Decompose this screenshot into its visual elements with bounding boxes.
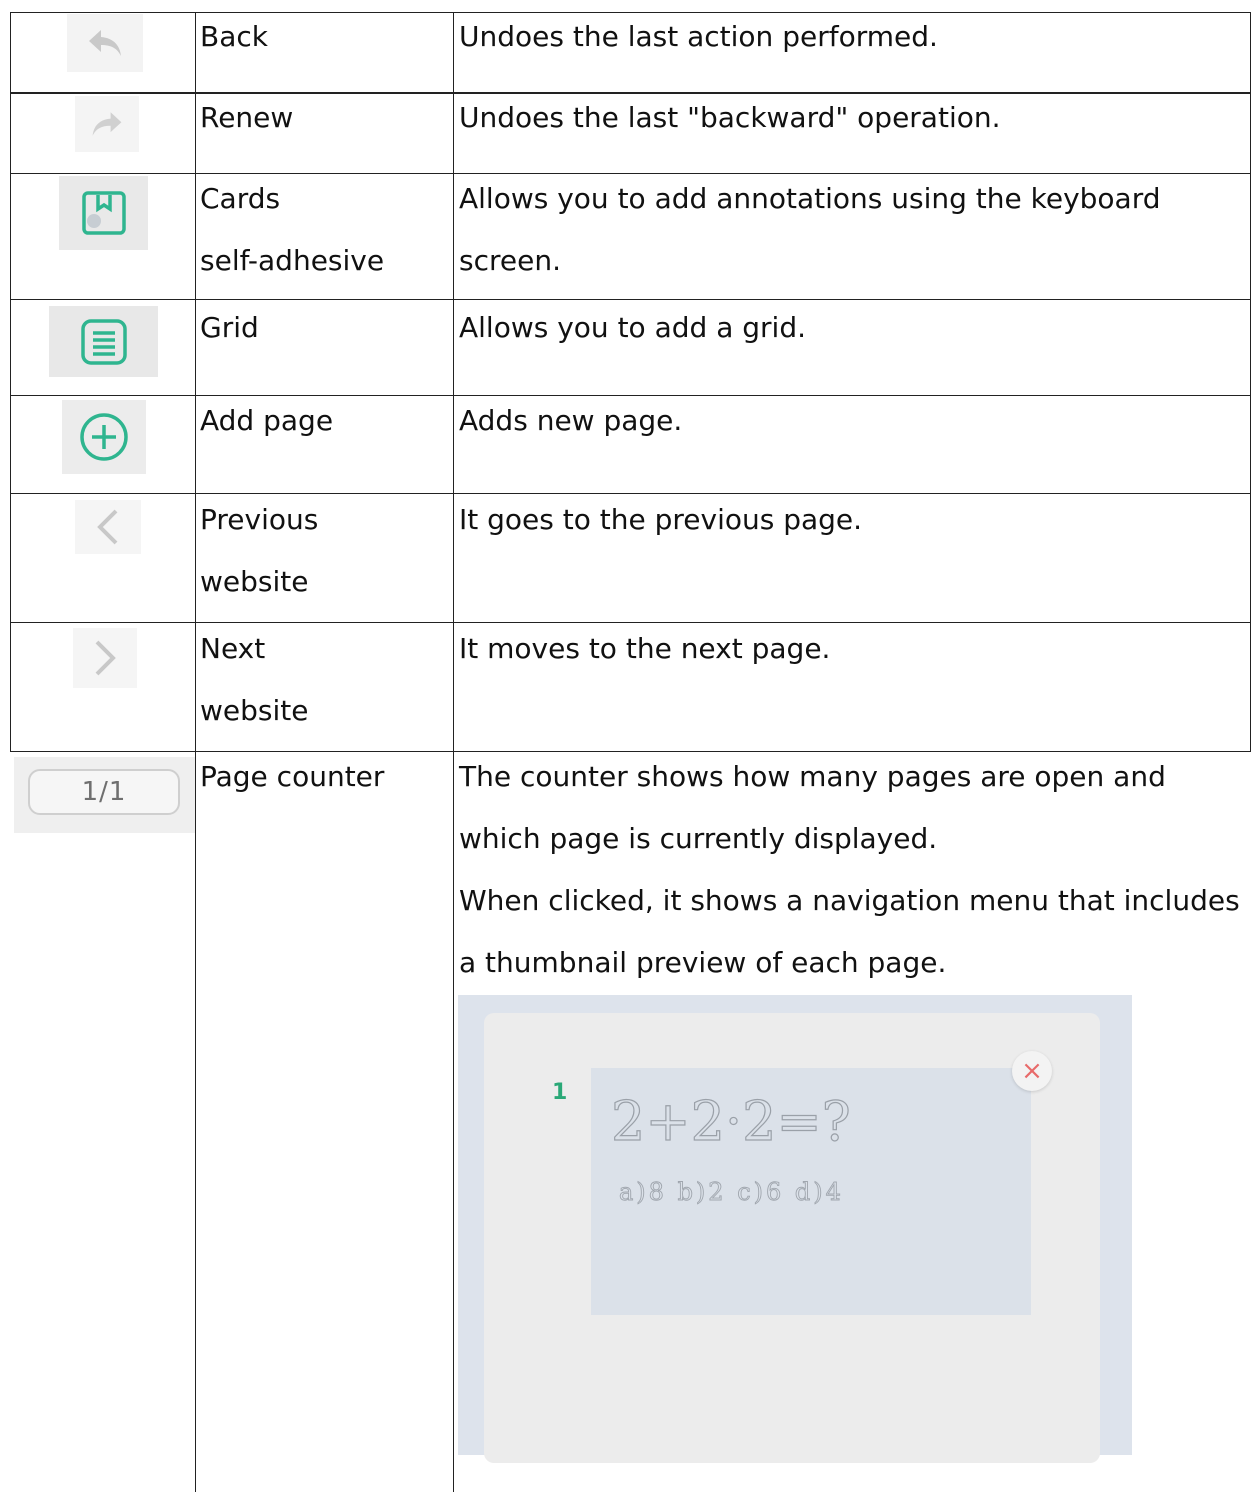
row-description: Allows you to add annotations using the … — [459, 182, 1161, 277]
navigation-preview-image: 1 2+2·2=? a)8 b)2 c)6 d)4 × — [458, 995, 1132, 1463]
chevron-left-icon[interactable] — [75, 500, 141, 554]
page-counter-icon[interactable]: 1/1 — [14, 757, 195, 833]
row-description: Adds new page. — [459, 404, 683, 437]
row-name: Renew — [200, 101, 294, 134]
chevron-right-icon[interactable] — [73, 628, 137, 688]
row-description: It moves to the next page. — [459, 632, 831, 665]
row-name: Add page — [200, 404, 334, 437]
row-name: Page counter — [200, 760, 385, 793]
page-counter-value[interactable]: 1/1 — [28, 769, 180, 815]
row-description: Undoes the last "backward" operation. — [459, 101, 1001, 134]
row-description: Undoes the last action performed. — [459, 20, 938, 53]
handwriting-line-1: 2+2·2=? — [611, 1090, 851, 1153]
row-name: Grid — [200, 311, 259, 344]
handwriting-sketch: 2+2·2=? a)8 b)2 c)6 d)4 — [610, 1089, 851, 1206]
row-description: The counter shows how many pages are ope… — [459, 760, 1240, 979]
close-page-button[interactable]: × — [1012, 1051, 1052, 1091]
row-description: It goes to the previous page. — [459, 503, 863, 536]
sticky-note-icon[interactable] — [59, 176, 148, 250]
row-name: Back — [200, 20, 268, 53]
row-name: Previous website — [200, 503, 319, 598]
page-thumbnail[interactable]: 2+2·2=? a)8 b)2 c)6 d)4 — [591, 1068, 1031, 1315]
table-rule — [453, 12, 454, 1492]
handwriting-line-2: a)8 b)2 c)6 d)4 — [619, 1178, 844, 1206]
page-number: 1 — [552, 1080, 568, 1105]
table-rule — [195, 12, 196, 1492]
row-name: Next website — [200, 632, 309, 727]
table-rule — [10, 12, 11, 751]
redo-arrow-icon[interactable] — [75, 96, 139, 152]
add-circle-icon[interactable] — [62, 400, 146, 474]
grid-list-icon[interactable] — [49, 306, 158, 377]
undo-arrow-icon[interactable] — [67, 14, 143, 72]
row-description: Allows you to add a grid. — [459, 311, 806, 344]
row-name: Cards self-adhesive — [200, 182, 385, 277]
navigation-menu-panel: 1 2+2·2=? a)8 b)2 c)6 d)4 × — [484, 1013, 1100, 1463]
